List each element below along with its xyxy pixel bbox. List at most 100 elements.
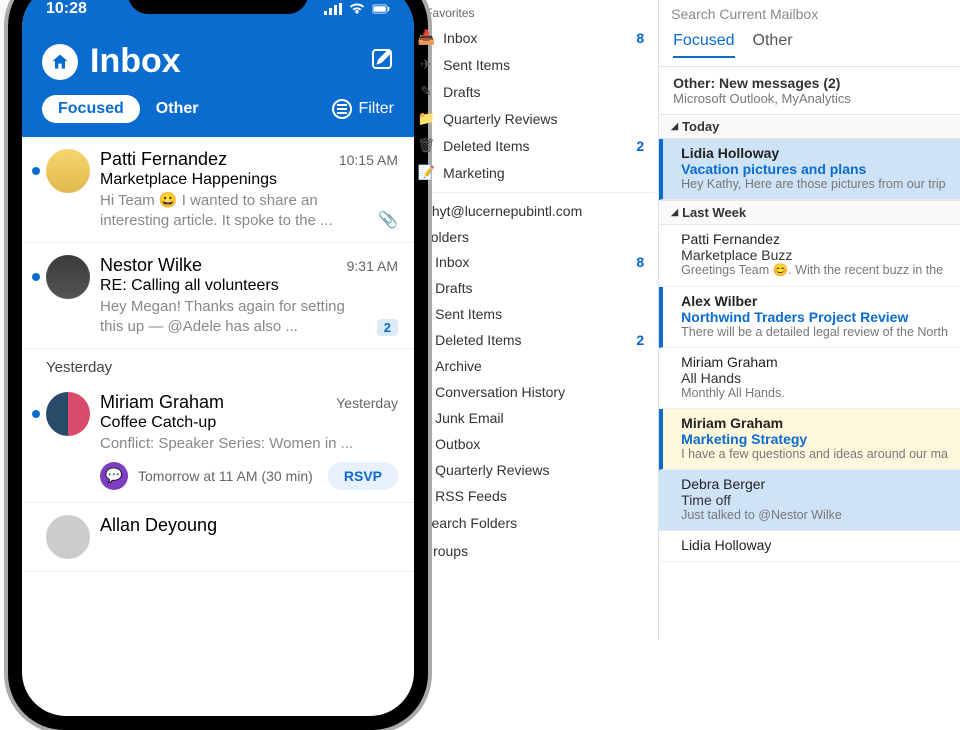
sidebar-item-marketing[interactable]: 📝Marketing (399, 159, 658, 186)
folder-junk-email[interactable]: Junk Email (399, 405, 658, 431)
compose-button[interactable] (370, 47, 394, 76)
calendar-icon: 💬 (100, 462, 128, 490)
search-input[interactable]: Search Current Mailbox (659, 0, 960, 26)
sidebar-item-inbox[interactable]: 📥 Inbox8 (399, 24, 658, 51)
email-item[interactable]: Miriam GrahamAll HandsMonthly All Hands. (659, 348, 960, 409)
inbox-icon: 📥 (417, 29, 435, 46)
email-item[interactable]: Lidia Holloway (659, 531, 960, 562)
sidebar-item-deleted-items[interactable]: 🗑 Deleted Items2 (399, 132, 658, 159)
trash-icon: 🗑 (417, 137, 435, 154)
nav-label: Inbox (443, 30, 636, 46)
tab-other[interactable]: Other (753, 32, 793, 58)
folder-conversation-history[interactable]: Conversation History (399, 379, 658, 405)
email-item[interactable]: Alex WilberNorthwind Traders Project Rev… (659, 287, 960, 348)
nav-label: Inbox (435, 254, 636, 270)
nav-label: Quarterly Reviews (435, 462, 644, 478)
nav-label: Junk Email (435, 410, 644, 426)
tab-focused[interactable]: Focused (673, 32, 734, 58)
avatar (46, 255, 90, 299)
email-from: Miriam Graham (681, 415, 948, 431)
phone-header: Inbox Focused Other Filter (22, 34, 414, 137)
folder-sent-items[interactable]: Sent Items (399, 301, 658, 327)
filter-label: Filter (358, 100, 394, 118)
message-preview: Conflict: Speaker Series: Women in ... (100, 434, 398, 454)
message-item[interactable]: Allan Deyoung (22, 503, 414, 572)
search-folders-header[interactable]: ▸ Search Folders (399, 509, 658, 537)
folder-rss-feeds[interactable]: RSS Feeds (399, 483, 658, 509)
nav-label: Deleted Items (435, 332, 636, 348)
folder-outbox[interactable]: Outbox (399, 431, 658, 457)
folder-deleted-items[interactable]: Deleted Items2 (399, 327, 658, 353)
phone-frame: 10:28 Inbox Focus (8, 0, 428, 730)
folder-archive[interactable]: Archive (399, 353, 658, 379)
email-from: Lidia Holloway (681, 537, 948, 553)
folder-icon: 📁 (417, 110, 435, 127)
tab-focused[interactable]: Focused (42, 95, 140, 123)
email-from: Debra Berger (681, 476, 948, 492)
message-time: Yesterday (336, 395, 398, 411)
focused-other-tabs: Focused Other (659, 26, 960, 67)
phone-notch (128, 0, 308, 14)
folders-header[interactable]: ▾ Folders (399, 225, 658, 249)
account-email[interactable]: kathyt@lucernepubintl.com (399, 192, 658, 225)
group-lastweek[interactable]: ◢ Last Week (659, 200, 960, 225)
email-subject: Marketing Strategy (681, 431, 948, 447)
page-title: Inbox (90, 42, 358, 81)
inbox-tabs: Focused Other Filter (42, 95, 394, 123)
message-subject: RE: Calling all volunteers (100, 277, 398, 295)
avatar (46, 392, 90, 436)
sidebar-item-sent-items[interactable]: ✈Sent Items (399, 51, 658, 78)
home-icon[interactable] (42, 44, 78, 80)
event-time: Tomorrow at 11 AM (30 min) (138, 468, 318, 484)
triangle-down-icon: ◢ (671, 207, 678, 218)
folder-sidebar: ▾ Favorites 📥Inbox8✈Sent Items✎Drafts📁Qu… (399, 0, 659, 640)
unread-dot (32, 273, 40, 281)
email-preview: Monthly All Hands. (681, 386, 948, 400)
other-summary-title: Other: New messages (2) (673, 75, 946, 91)
section-yesterday: Yesterday (22, 349, 414, 380)
message-item[interactable]: Nestor Wilke 9:31 AM RE: Calling all vol… (22, 243, 414, 349)
nav-label: Outbox (435, 436, 644, 452)
email-item[interactable]: Miriam GrahamMarketing StrategyI have a … (659, 409, 960, 470)
email-preview: Hey Kathy, Here are those pictures from … (681, 177, 948, 191)
nav-label: Conversation History (435, 384, 644, 400)
favorites-header[interactable]: ▾ Favorites (399, 2, 658, 24)
desktop-outlook: ▾ Favorites 📥Inbox8✈Sent Items✎Drafts📁Qu… (399, 0, 960, 640)
folder-drafts[interactable]: Drafts (399, 275, 658, 301)
status-time: 10:28 (46, 0, 87, 18)
message-subject: Coffee Catch-up (100, 414, 398, 432)
drafts-icon: ✎ (417, 83, 435, 100)
sidebar-item-drafts[interactable]: ✎Drafts (399, 78, 658, 105)
message-list[interactable]: Patti Fernandez 10:15 AM Marketplace Hap… (22, 137, 414, 572)
email-from: Miriam Graham (681, 354, 948, 370)
folder-inbox[interactable]: Inbox8 (399, 249, 658, 275)
filter-icon (332, 99, 352, 119)
filter-button[interactable]: Filter (332, 99, 394, 119)
triangle-down-icon: ◢ (671, 121, 678, 132)
message-item[interactable]: Miriam Graham Yesterday Coffee Catch-up … (22, 380, 414, 503)
item-count: 2 (636, 138, 644, 154)
status-icons (324, 2, 390, 16)
nav-label: RSS Feeds (435, 488, 644, 504)
item-count: 8 (636, 30, 644, 46)
tab-other[interactable]: Other (140, 95, 215, 123)
rsvp-button[interactable]: RSVP (328, 462, 398, 490)
item-count: 8 (636, 254, 644, 270)
unread-dot (32, 410, 40, 418)
email-item[interactable]: Lidia HollowayVacation pictures and plan… (659, 139, 960, 200)
nav-label: Deleted Items (443, 138, 636, 154)
email-item[interactable]: Debra BergerTime offJust talked to @Nest… (659, 470, 960, 531)
email-item[interactable]: Patti FernandezMarketplace BuzzGreetings… (659, 225, 960, 287)
message-time: 9:31 AM (347, 258, 398, 274)
other-summary[interactable]: Other: New messages (2) Microsoft Outloo… (659, 67, 960, 114)
groups-header[interactable]: ▸ Groups (399, 537, 658, 565)
sidebar-item-quarterly-reviews[interactable]: 📁Quarterly Reviews (399, 105, 658, 132)
phone-screen: 10:28 Inbox Focus (22, 0, 414, 716)
email-preview: I have a few questions and ideas around … (681, 447, 948, 461)
folder-quarterly-reviews[interactable]: Quarterly Reviews (399, 457, 658, 483)
nav-label: Marketing (443, 165, 644, 181)
message-time: 10:15 AM (339, 152, 398, 168)
message-item[interactable]: Patti Fernandez 10:15 AM Marketplace Hap… (22, 137, 414, 243)
email-subject: All Hands (681, 370, 948, 386)
group-today[interactable]: ◢ Today (659, 114, 960, 139)
